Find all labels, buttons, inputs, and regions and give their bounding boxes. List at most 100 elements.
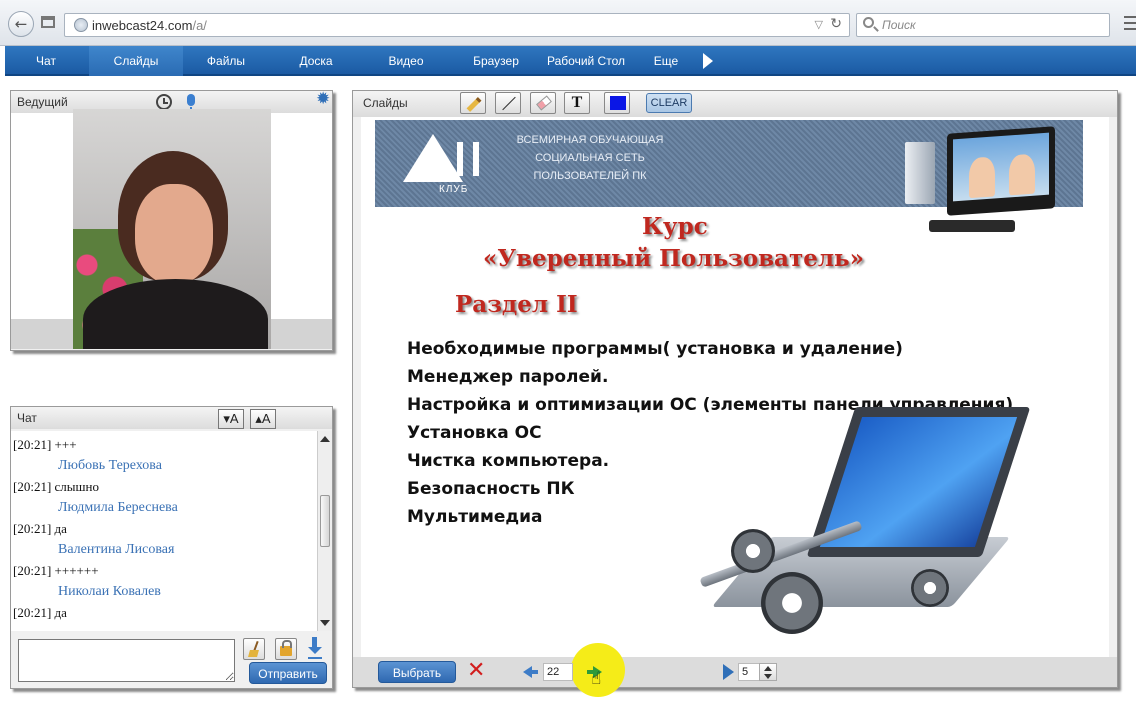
chat-username: Николаи Ковалев — [58, 584, 161, 599]
nav-scroll-right-icon[interactable] — [703, 53, 713, 69]
chat-message: [20:21] да — [13, 521, 67, 537]
slides-panel: Слайды T CLEAR КЛУБ ВСЕМИРНАЯ ОБУЧАЮЩАЯ … — [352, 90, 1118, 697]
browser-search-field[interactable]: Поиск — [856, 13, 1110, 37]
chat-text: да — [54, 521, 67, 536]
back-button[interactable]: ← — [8, 11, 34, 37]
chat-text: +++ — [54, 437, 77, 452]
chat-time: [20:21] — [13, 521, 52, 536]
logo-club-text: КЛУБ — [439, 184, 469, 195]
nav-item-more[interactable]: Еще — [639, 46, 693, 76]
microphone-icon[interactable] — [187, 94, 195, 111]
line-icon — [502, 96, 516, 111]
font-decrease-button[interactable]: ▾A — [218, 409, 244, 429]
slide-banner: КЛУБ ВСЕМИРНАЯ ОБУЧАЮЩАЯ СОЦИАЛЬНАЯ СЕТЬ… — [375, 120, 1083, 232]
nav-item-label: Файлы — [206, 54, 246, 68]
slide-bullet: Чистка компьютера. — [407, 451, 610, 471]
chat-message: [20:21] да — [13, 605, 67, 621]
pen-color-swatch — [610, 96, 626, 110]
lock-chat-button[interactable] — [275, 638, 297, 660]
chat-header: Чат ▾A ▴A — [11, 407, 332, 429]
url-text: inwebcast24.com/a/ — [92, 18, 207, 33]
gear-icon[interactable]: ✹ — [316, 91, 332, 108]
slide-bullet: Установка ОС — [407, 423, 542, 443]
search-placeholder: Поиск — [882, 18, 916, 32]
nav-item-files[interactable]: Файлы — [185, 46, 267, 76]
nav-item-browser[interactable]: Браузер — [455, 46, 537, 76]
nav-item-desktop[interactable]: Рабочий Стол — [539, 46, 633, 76]
spin-down-icon[interactable] — [764, 674, 772, 679]
laptop-illustration — [691, 407, 1031, 637]
address-bar[interactable]: inwebcast24.com/a/ ▽ ↻ — [64, 13, 850, 37]
chat-username: Валентина Лисовая — [58, 542, 175, 557]
tab-overview-icon[interactable] — [41, 16, 55, 28]
chat-text: ++++++ — [54, 563, 99, 578]
slide-bullet: Безопасность ПК — [407, 479, 575, 499]
history-dropdown-icon[interactable]: ▽ — [815, 18, 823, 31]
url-host: inwebcast24.com — [92, 18, 193, 33]
clear-chat-button[interactable] — [243, 638, 265, 660]
chat-text: да — [54, 605, 67, 620]
slide-bullet: Менеджер паролей. — [407, 367, 609, 387]
previous-slide-icon[interactable] — [523, 666, 538, 678]
slide-course-name: «Уверенный Пользователь» — [483, 245, 865, 272]
presenter-title: Ведущий — [17, 95, 68, 109]
pencil-icon — [466, 97, 482, 112]
nav-item-board[interactable]: Доска — [275, 46, 357, 76]
lock-icon — [280, 640, 292, 656]
hand-cursor-icon: ☝ — [591, 669, 602, 689]
globe-icon — [74, 18, 88, 32]
app-nav-bar: Чат Слайды Файлы Доска Видео Браузер Раб… — [5, 46, 1136, 76]
broom-icon — [248, 641, 260, 657]
clock-icon[interactable] — [156, 94, 172, 110]
clear-button[interactable]: CLEAR — [646, 93, 692, 113]
chat-message: [20:21] слышно — [13, 479, 99, 495]
nav-item-label: Видео — [388, 54, 424, 68]
browser-menu-icon[interactable] — [1124, 16, 1136, 30]
banner-line: СОЦИАЛЬНАЯ СЕТЬ — [535, 152, 645, 164]
line-tool-button[interactable] — [495, 92, 521, 114]
slide-bullet: Необходимые программы( установка и удале… — [407, 339, 903, 359]
eraser-tool-button[interactable] — [530, 92, 556, 114]
chat-message: [20:21] ++++++ — [13, 563, 99, 579]
nav-item-label: Еще — [653, 54, 679, 68]
delete-icon[interactable]: ✕ — [467, 660, 487, 682]
scroll-thumb[interactable] — [320, 495, 330, 547]
nav-item-label: Браузер — [473, 54, 519, 68]
color-picker-button[interactable] — [604, 92, 630, 114]
chat-scrollbar[interactable] — [317, 431, 332, 631]
slide-course-label: Курс — [642, 213, 708, 240]
chat-panel: Чат ▾A ▴A [20:21] +++ Любовь Терехова [2… — [10, 406, 333, 689]
slide-canvas[interactable]: КЛУБ ВСЕМИРНАЯ ОБУЧАЮЩАЯ СОЦИАЛЬНАЯ СЕТЬ… — [361, 117, 1109, 657]
chat-text: слышно — [54, 479, 99, 494]
chat-time: [20:21] — [13, 437, 52, 452]
chat-time: [20:21] — [13, 563, 52, 578]
nav-item-video[interactable]: Видео — [365, 46, 447, 76]
scroll-down-icon[interactable] — [320, 620, 330, 626]
chat-message: [20:21] +++ — [13, 437, 77, 453]
font-increase-button[interactable]: ▴A — [250, 409, 276, 429]
nav-item-slides[interactable]: Слайды — [89, 46, 183, 76]
chat-time: [20:21] — [13, 605, 52, 620]
nav-item-label: Чат — [36, 54, 56, 68]
scroll-up-icon[interactable] — [320, 436, 330, 442]
pencil-tool-button[interactable] — [460, 92, 486, 114]
presenter-webcam — [73, 109, 271, 349]
spin-up-icon[interactable] — [764, 666, 772, 671]
chat-log[interactable]: [20:21] +++ Любовь Терехова [20:21] слыш… — [11, 431, 317, 631]
nav-item-chat[interactable]: Чат — [5, 46, 87, 76]
reload-icon[interactable]: ↻ — [830, 16, 842, 32]
nav-item-label: Слайды — [113, 54, 159, 68]
chat-message-input[interactable] — [18, 639, 235, 682]
banner-line: ПОЛЬЗОВАТЕЛЕЙ ПК — [533, 170, 647, 182]
slide-section-title: Раздел II — [455, 291, 578, 318]
play-icon[interactable] — [723, 664, 734, 680]
slide-number-input[interactable]: 22 — [543, 663, 573, 681]
download-base — [308, 657, 322, 659]
url-path: /a/ — [192, 18, 207, 33]
slides-title: Слайды — [363, 96, 408, 110]
text-tool-button[interactable]: T — [564, 92, 590, 114]
slideshow-interval-input[interactable]: 5 — [738, 663, 760, 681]
interval-spinner[interactable] — [759, 663, 777, 681]
send-button[interactable]: Отправить — [249, 662, 327, 684]
select-slides-button[interactable]: Выбрать — [378, 661, 456, 683]
